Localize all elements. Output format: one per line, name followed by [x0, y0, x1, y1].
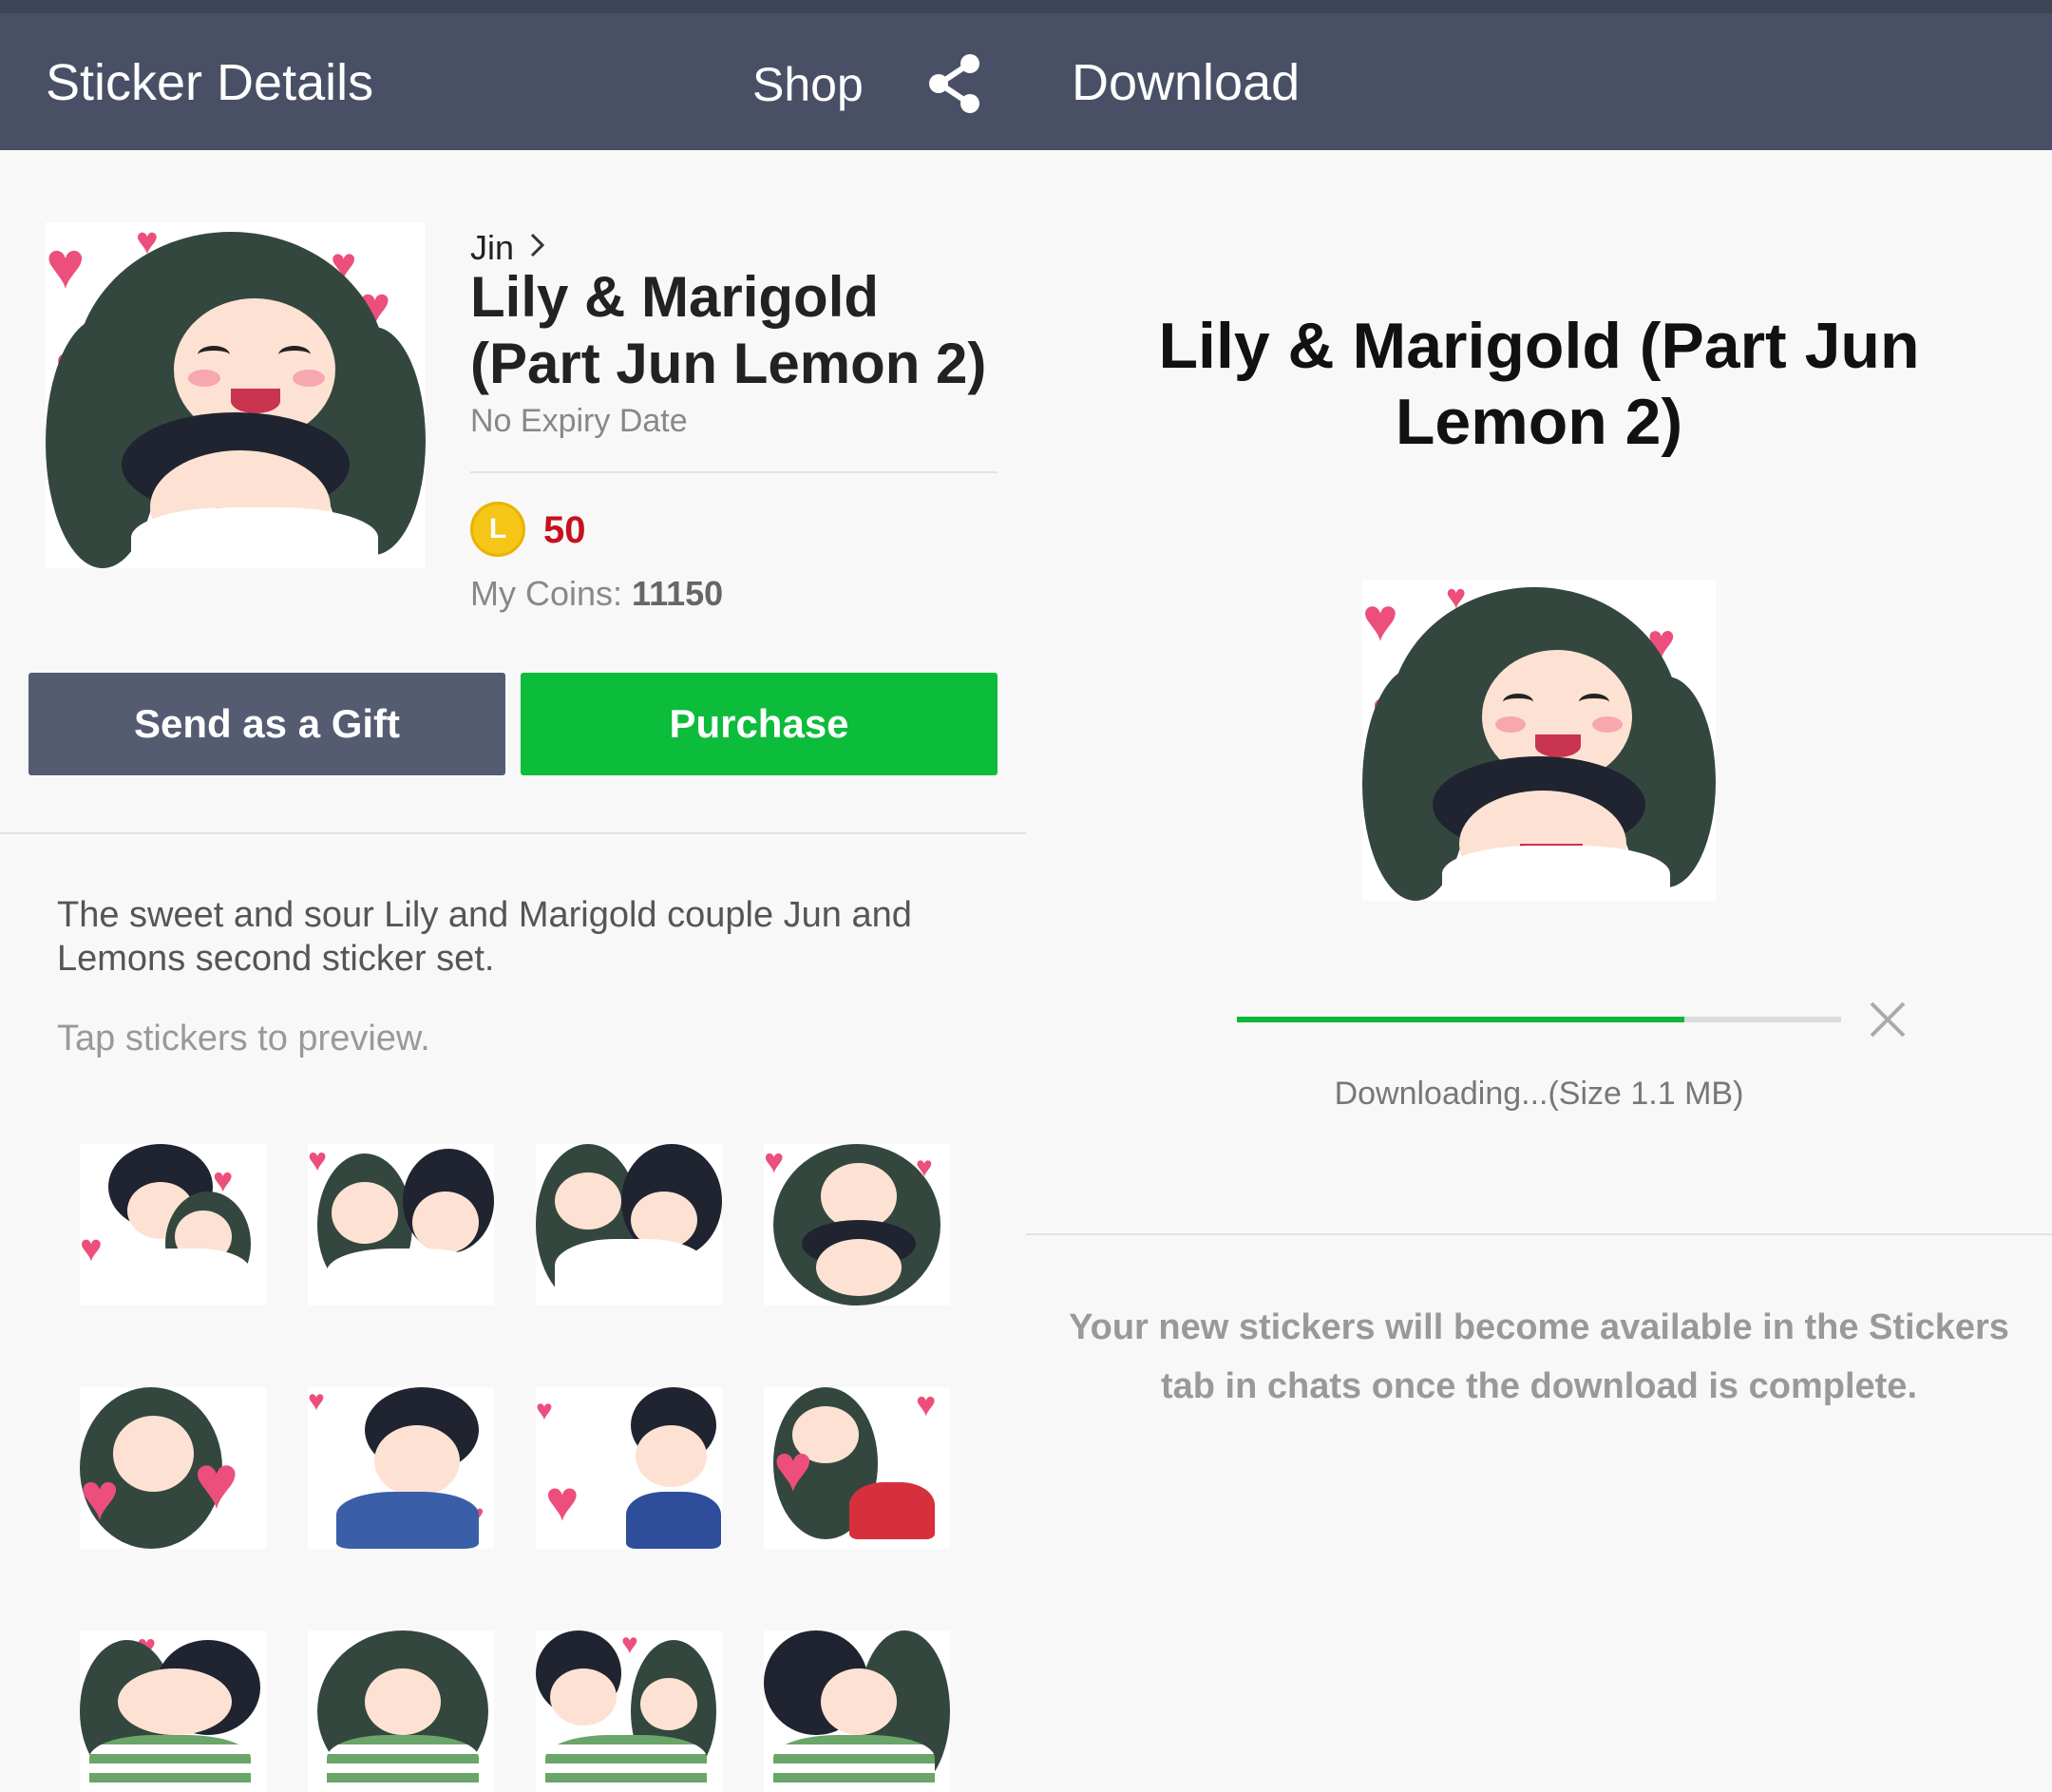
sticker-thumbnail[interactable]: ♥ [308, 1144, 494, 1306]
chevron-right-icon[interactable] [527, 230, 548, 260]
app-header: Sticker Details Shop Download [0, 13, 2052, 150]
status-strip [0, 0, 2052, 13]
cancel-download-icon[interactable] [1864, 996, 1911, 1043]
download-progress-fill [1237, 1017, 1684, 1022]
coin-symbol: L [488, 513, 507, 544]
sticker-thumbnail[interactable]: ♥ ♥ [80, 1387, 266, 1549]
sticker-thumbnail[interactable] [764, 1630, 950, 1792]
sticker-title: Lily & Marigold (Part Jun Lemon 2) [470, 265, 987, 395]
preview-hint: Tap stickers to preview. [57, 1019, 430, 1058]
sticker-thumbnail[interactable] [308, 1630, 494, 1792]
sticker-thumbnail[interactable]: ♥ ♥ [764, 1144, 950, 1306]
download-sticker-title: Lily & Marigold (Part Jun Lemon 2) [1158, 310, 1920, 458]
divider [0, 832, 1026, 834]
sticker-thumbnail[interactable] [536, 1144, 722, 1306]
sticker-thumbnail[interactable]: ♥ [536, 1630, 722, 1792]
shop-link[interactable]: Shop [752, 57, 864, 112]
sticker-thumbnail[interactable]: ♥ ♥ [308, 1387, 494, 1549]
page-title: Sticker Details [46, 54, 374, 111]
coin-icon: L [470, 502, 525, 557]
sticker-thumbnail[interactable]: ♥ ♥ [764, 1387, 950, 1549]
my-coins-label: My Coins: [470, 574, 623, 613]
sticker-details-panel: ♥ ♥ ♥ ♥ ♥ ♥ Jin Lily & Marigold (Part Ju… [0, 150, 1026, 1792]
send-gift-button[interactable]: Send as a Gift [28, 673, 505, 775]
sticker-thumbnail[interactable]: ♥ ♥ [80, 1144, 266, 1306]
author-link[interactable]: Jin [470, 228, 514, 268]
expiry-text: No Expiry Date [470, 403, 688, 439]
sticker-thumbnail[interactable]: ♥ [80, 1630, 266, 1792]
divider [1026, 1233, 2052, 1235]
download-sticker-image: ♥ ♥ ♥ ♥ ♥ [1362, 580, 1716, 901]
sticker-thumbnail[interactable]: ♥ ♥ [536, 1387, 722, 1549]
sticker-description: The sweet and sour Lily and Marigold cou… [57, 895, 912, 979]
share-icon[interactable] [926, 53, 983, 114]
download-progress-bar [1237, 1017, 1841, 1022]
download-status: Downloading...(Size 1.1 MB) [1334, 1076, 1744, 1112]
purchase-button[interactable]: Purchase [521, 673, 998, 775]
download-title: Download [1072, 54, 1301, 111]
download-note: Your new stickers will become available … [1069, 1307, 2009, 1406]
download-panel: Lily & Marigold (Part Jun Lemon 2) ♥ ♥ ♥… [1026, 150, 2052, 1781]
sticker-main-image: ♥ ♥ ♥ ♥ ♥ ♥ [46, 222, 426, 568]
divider [470, 471, 998, 473]
price: 50 [543, 509, 586, 551]
my-coins-value: 11150 [632, 574, 724, 613]
my-coins: My Coins: 11150 [470, 574, 723, 614]
